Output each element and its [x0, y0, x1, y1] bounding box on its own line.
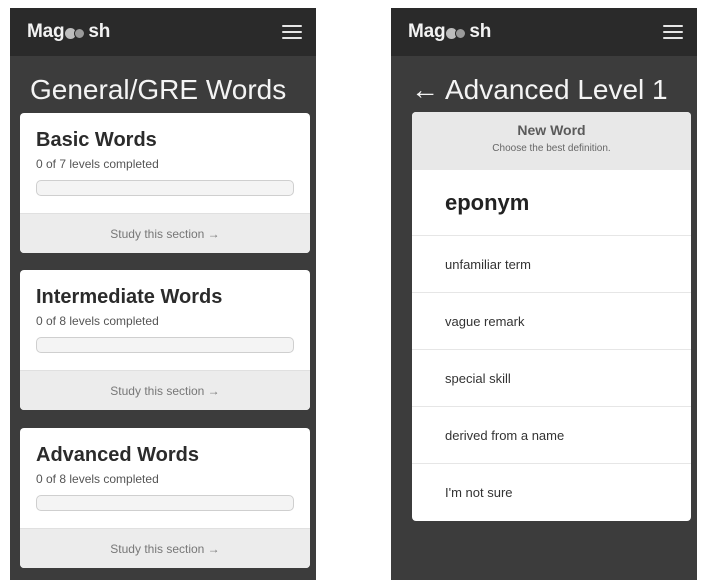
section-title: Basic Words — [36, 129, 157, 151]
quiz-header-title: New Word — [517, 122, 586, 138]
top-bar: Mag sh — [391, 8, 697, 56]
logo-text-start: Mag — [408, 21, 446, 42]
section-progress-text: 0 of 7 levels completed — [36, 157, 159, 171]
hamburger-menu-icon[interactable] — [663, 25, 683, 39]
progress-bar — [36, 495, 294, 511]
quiz-instruction: Choose the best definition. — [492, 143, 611, 154]
section-title: Intermediate Words — [36, 286, 223, 308]
progress-bar — [36, 180, 294, 196]
quiz-card: New Word Choose the best definition. epo… — [412, 112, 691, 521]
section-progress-text: 0 of 8 levels completed — [36, 472, 159, 486]
study-section-button[interactable]: Study this section → — [20, 370, 310, 410]
progress-bar — [36, 337, 294, 353]
section-list-screen: Mag sh General/GRE Words Basic Words 0 o… — [10, 8, 316, 580]
logo-text-end: sh — [88, 21, 111, 42]
app-logo[interactable]: Mag sh — [408, 21, 491, 43]
back-arrow-icon[interactable]: ← — [411, 74, 439, 105]
answer-option[interactable]: vague remark — [412, 293, 691, 350]
hamburger-menu-icon[interactable] — [282, 25, 302, 39]
app-logo[interactable]: Mag sh — [27, 21, 110, 43]
study-section-button[interactable]: Study this section → — [20, 528, 310, 568]
section-progress-text: 0 of 8 levels completed — [36, 314, 159, 328]
quiz-word: eponym — [412, 170, 691, 236]
page-title: ← Advanced Level 1 — [391, 56, 697, 113]
section-card-intermediate: Intermediate Words 0 of 8 levels complet… — [20, 270, 310, 410]
section-title: Advanced Words — [36, 444, 199, 466]
logo-icon — [65, 27, 87, 40]
section-card-advanced: Advanced Words 0 of 8 levels completed S… — [20, 428, 310, 568]
quiz-screen: Mag sh ← Advanced Level 1 New Word Choose… — [391, 8, 697, 580]
answer-option[interactable]: unfamiliar term — [412, 236, 691, 293]
top-bar: Mag sh — [10, 8, 316, 56]
answer-option-not-sure[interactable]: I'm not sure — [412, 464, 691, 521]
quiz-header: New Word Choose the best definition. — [412, 112, 691, 170]
section-card-basic: Basic Words 0 of 7 levels completed Stud… — [20, 113, 310, 253]
page-title: General/GRE Words — [30, 74, 287, 105]
answer-option[interactable]: special skill — [412, 350, 691, 407]
logo-text-start: Mag — [27, 21, 65, 42]
study-section-button[interactable]: Study this section → — [20, 213, 310, 253]
level-title: Advanced Level 1 — [445, 74, 668, 105]
logo-icon — [446, 27, 468, 40]
logo-text-end: sh — [469, 21, 492, 42]
answer-option[interactable]: derived from a name — [412, 407, 691, 464]
